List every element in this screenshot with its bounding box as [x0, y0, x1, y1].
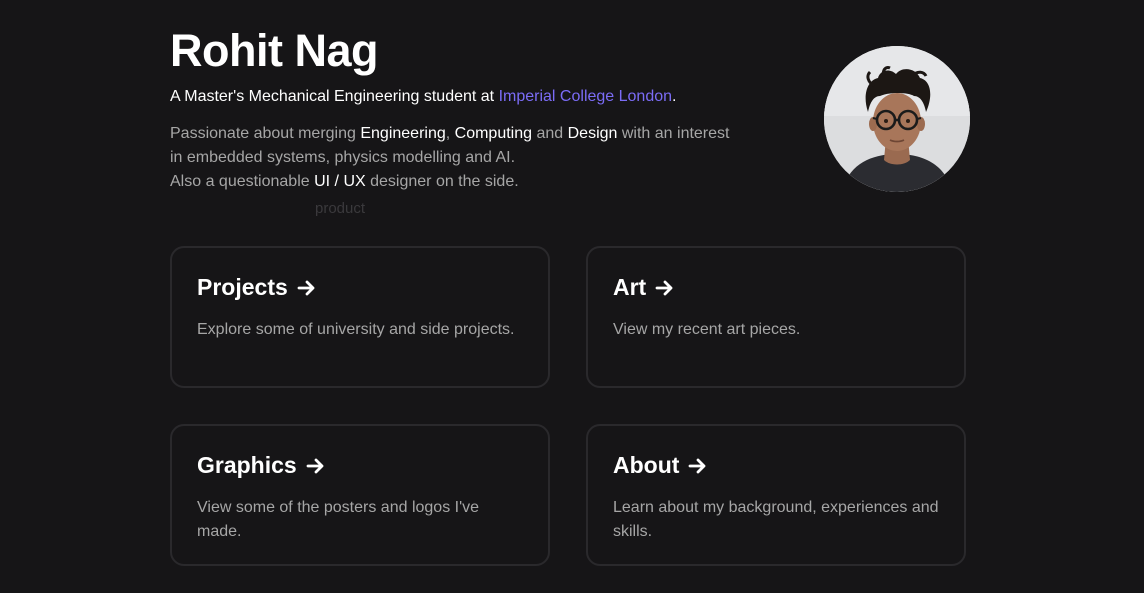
- tagline-suffix: .: [672, 88, 677, 105]
- profile-photo: [824, 46, 970, 192]
- bio-highlight-computing: Computing: [454, 125, 533, 142]
- page-title: Rohit Nag: [170, 25, 378, 76]
- bio-highlight-design: Design: [567, 125, 618, 142]
- arrow-right-icon: [655, 279, 675, 297]
- tagline: A Master's Mechanical Engineering studen…: [170, 86, 730, 108]
- tagline-prefix: A Master's Mechanical Engineering studen…: [170, 88, 499, 105]
- bio-part: ,: [445, 125, 455, 142]
- card-projects[interactable]: Projects Explore some of university and …: [170, 246, 550, 388]
- avatar: [824, 46, 970, 192]
- card-graphics[interactable]: Graphics View some of the posters and lo…: [170, 424, 550, 566]
- card-title-wrap: About: [613, 452, 708, 479]
- card-title: About: [613, 452, 680, 478]
- faded-rotating-word: product: [315, 200, 366, 217]
- card-about[interactable]: About Learn about my background, experie…: [586, 424, 966, 566]
- card-title: Graphics: [197, 452, 297, 478]
- card-description: Explore some of university and side proj…: [197, 321, 515, 338]
- bio-part: and: [532, 125, 568, 142]
- card-title: Art: [613, 274, 647, 300]
- card-description: View my recent art pieces.: [613, 321, 801, 338]
- arrow-right-icon: [306, 457, 326, 475]
- card-title: Projects: [197, 274, 288, 300]
- card-title-wrap: Projects: [197, 274, 317, 301]
- arrow-right-icon: [688, 457, 708, 475]
- card-description: View some of the posters and logos I've …: [197, 499, 480, 540]
- card-title-wrap: Art: [613, 274, 675, 301]
- imperial-college-link[interactable]: Imperial College London: [499, 88, 672, 105]
- bio-part: designer on the side.: [365, 173, 519, 190]
- card-art[interactable]: Art View my recent art pieces.: [586, 246, 966, 388]
- arrow-right-icon: [297, 279, 317, 297]
- bio-highlight-uiux: UI / UX: [314, 173, 366, 190]
- bio-text: Passionate about merging Engineering, Co…: [170, 122, 730, 194]
- card-description: Learn about my background, experiences a…: [613, 499, 939, 540]
- bio-highlight-engineering: Engineering: [360, 125, 446, 142]
- bio-part: Passionate about merging: [170, 125, 361, 142]
- card-title-wrap: Graphics: [197, 452, 326, 479]
- bio-part: Also a questionable: [170, 173, 315, 190]
- intro-section: Rohit Nag A Master's Mechanical Engineer…: [170, 22, 730, 194]
- homepage: Rohit Nag A Master's Mechanical Engineer…: [0, 0, 1144, 593]
